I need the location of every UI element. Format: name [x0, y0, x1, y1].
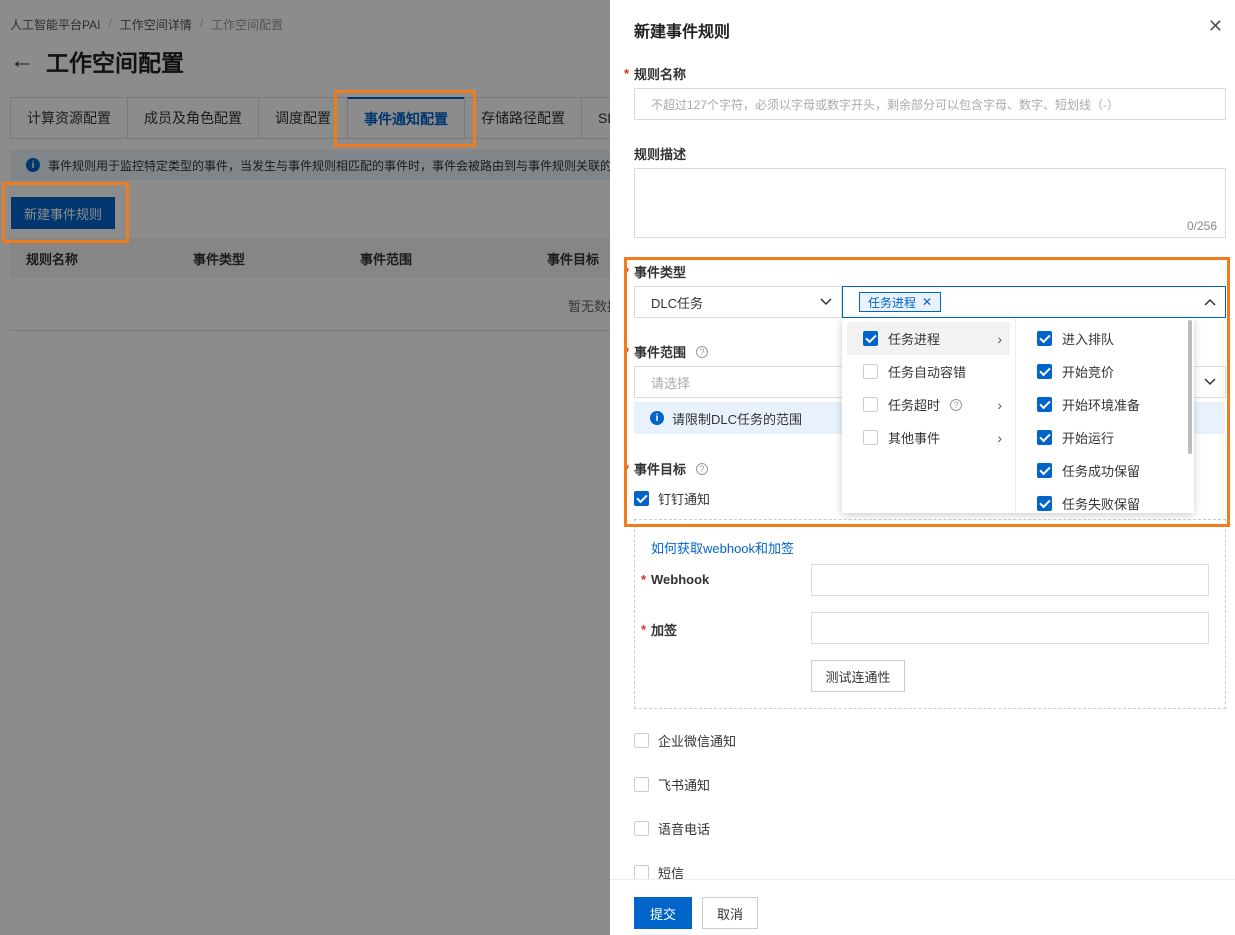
webhook-input[interactable]	[811, 564, 1209, 596]
voice-call-checkbox[interactable]	[634, 821, 649, 836]
highlight-box-new-rule	[2, 182, 129, 243]
close-icon[interactable]: ✕	[1208, 16, 1223, 37]
required-mark: *	[641, 622, 647, 637]
wecom-checkbox-row[interactable]: 企业微信通知	[634, 731, 736, 750]
rule-name-placeholder: 不超过127个字符，必须以字母或数字开头，剩余部分可以包含字母、数字、短划线（-…	[651, 97, 1120, 112]
feishu-checkbox-row[interactable]: 飞书通知	[634, 775, 710, 794]
voice-call-checkbox-row[interactable]: 语音电话	[634, 819, 710, 838]
sign-label-text: 加签	[651, 623, 678, 638]
feishu-checkbox[interactable]	[634, 777, 649, 792]
highlight-box-tab	[334, 90, 476, 147]
sign-input[interactable]	[811, 612, 1209, 644]
webhook-help-link[interactable]: 如何获取webhook和加签	[651, 538, 794, 557]
rule-desc-label: 规则描述	[634, 144, 686, 163]
char-count: 0/256	[1186, 219, 1217, 233]
feishu-label: 飞书通知	[658, 778, 711, 793]
modal-overlay[interactable]	[0, 0, 610, 935]
voice-call-label: 语音电话	[658, 822, 711, 837]
rule-name-label-text: 规则名称	[634, 67, 687, 82]
wecom-checkbox[interactable]	[634, 733, 649, 748]
submit-button[interactable]: 提交	[634, 897, 692, 929]
footer-divider	[610, 879, 1235, 880]
drawer-title: 新建事件规则	[634, 24, 731, 41]
cancel-button[interactable]: 取消	[702, 897, 758, 929]
required-mark: *	[624, 66, 630, 81]
rule-desc-label-text: 规则描述	[634, 147, 687, 162]
webhook-label: * Webhook	[641, 572, 710, 587]
webhook-label-text: Webhook	[651, 572, 710, 587]
test-connectivity-button[interactable]: 测试连通性	[811, 660, 905, 692]
highlight-box-event-type	[624, 257, 1230, 527]
rule-name-label: * 规则名称	[624, 64, 687, 83]
sign-label: * 加签	[641, 620, 678, 639]
required-mark: *	[641, 572, 647, 587]
new-event-rule-drawer: 新建事件规则 ✕ * 规则名称 不超过127个字符，必须以字母或数字开头，剩余部…	[610, 0, 1235, 935]
wecom-label: 企业微信通知	[658, 734, 737, 749]
sms-checkbox[interactable]	[634, 865, 649, 880]
rule-desc-textarea[interactable]: 0/256	[634, 168, 1226, 238]
rule-name-input[interactable]: 不超过127个字符，必须以字母或数字开头，剩余部分可以包含字母、数字、短划线（-…	[634, 88, 1226, 120]
